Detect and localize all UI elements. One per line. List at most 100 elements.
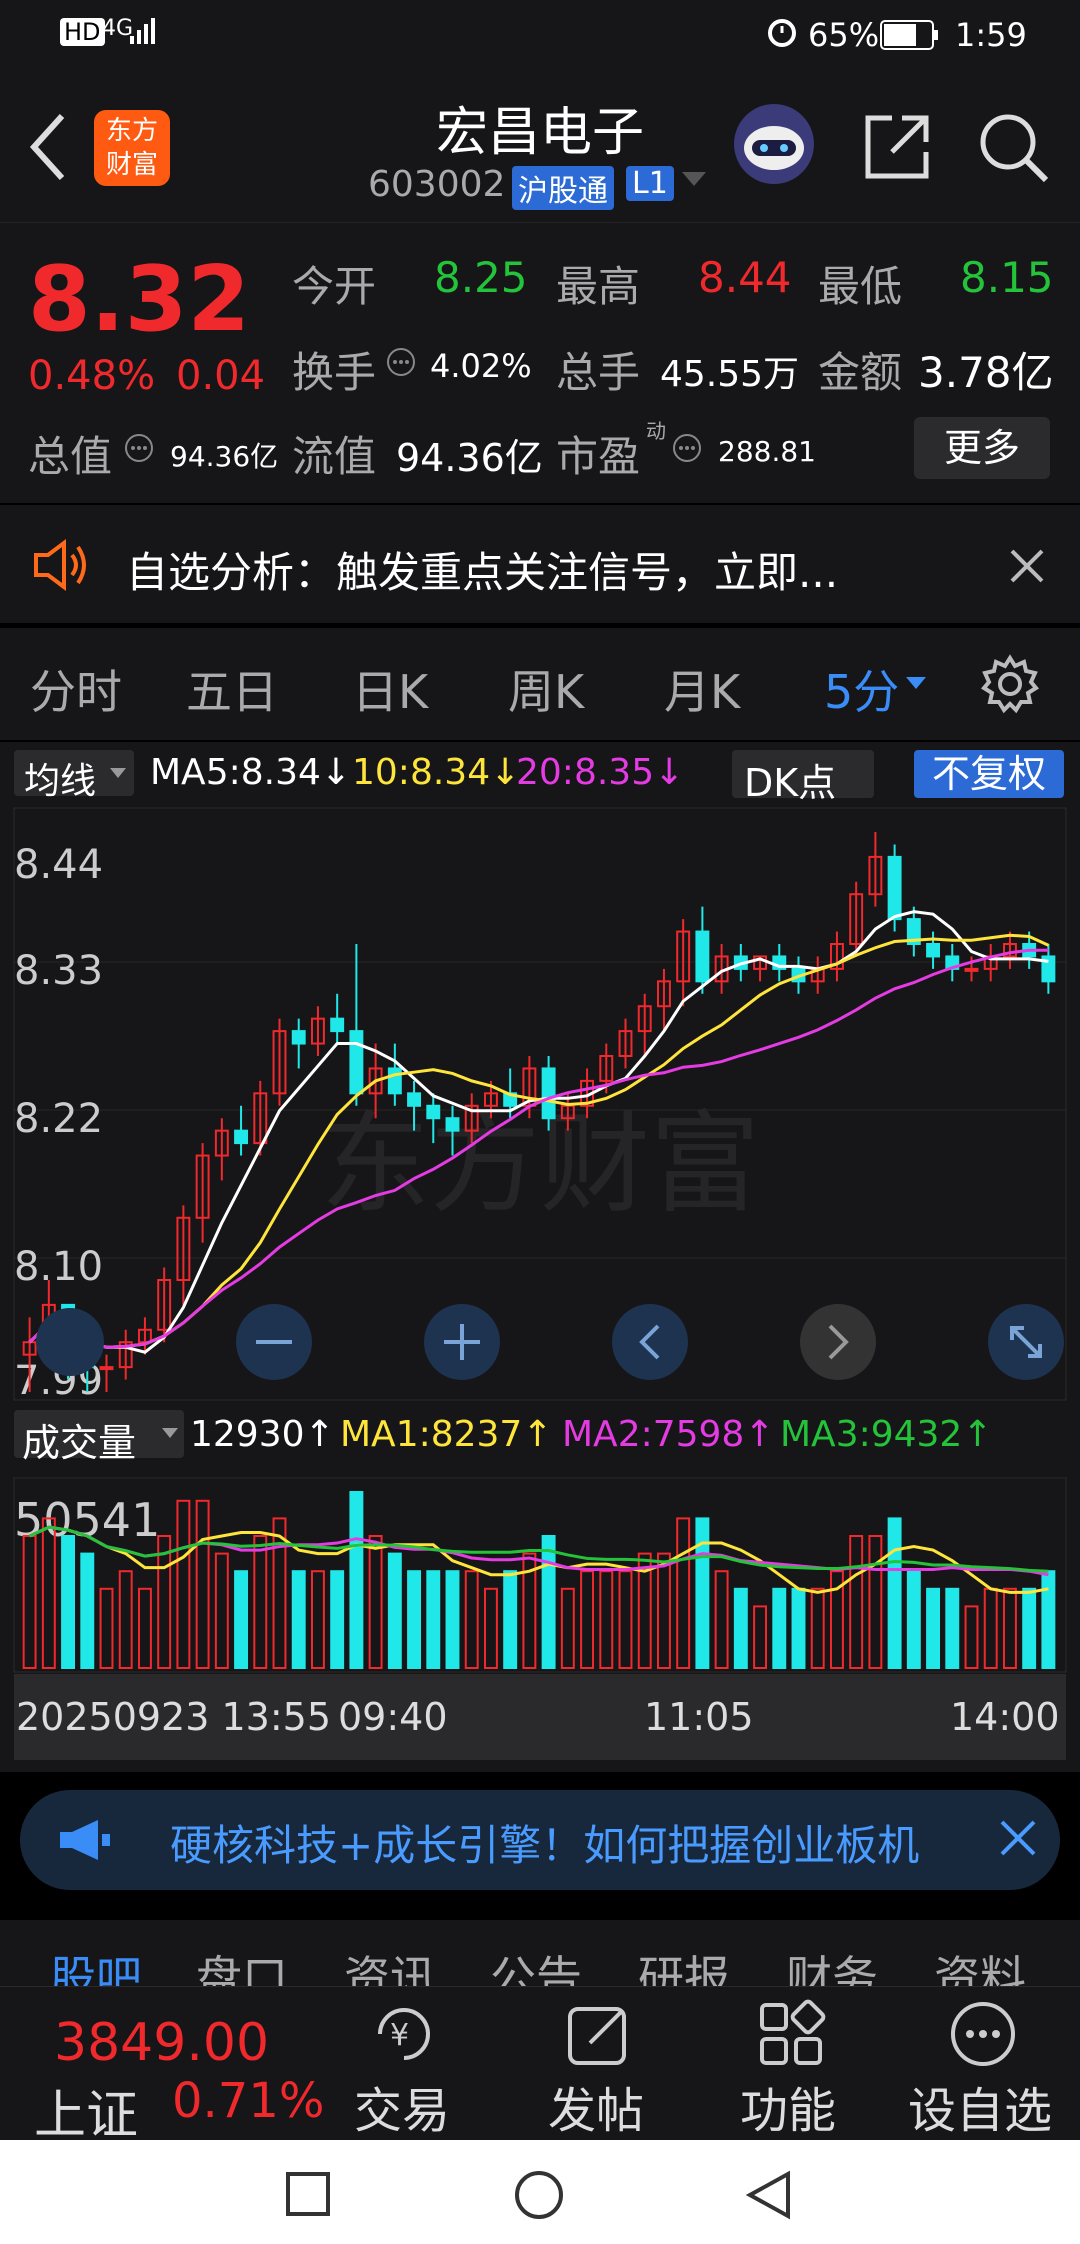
float-label: 流值 — [292, 432, 377, 481]
share-icon[interactable] — [862, 112, 932, 186]
candle — [349, 1030, 364, 1095]
more-options-icon[interactable] — [948, 1999, 1018, 2073]
ma5-readout: MA5:8.34↓ — [150, 752, 352, 793]
volume-indicator-selector[interactable]: 成交量 — [14, 1410, 184, 1465]
mcap-value: 94.36亿 — [170, 440, 279, 473]
open-value: 8.25 — [434, 253, 528, 302]
chart-watermark: 东方财富 — [320, 1100, 760, 1228]
volume-bar — [330, 1570, 345, 1670]
grid-functions-icon[interactable] — [756, 1999, 826, 2073]
info-dots-icon[interactable] — [386, 347, 416, 381]
close-icon[interactable] — [1008, 547, 1046, 589]
hd-badge: HD — [60, 18, 105, 46]
adjust-mode-button[interactable]: 不复权 — [914, 750, 1064, 798]
volume-bar — [310, 1570, 325, 1670]
home-icon[interactable] — [514, 2170, 564, 2224]
notice-bar[interactable]: 自选分析：触发重点关注信号，立即... — [0, 505, 1080, 623]
volume-bar — [772, 1587, 787, 1669]
zoom-out-button[interactable] — [236, 1304, 312, 1380]
scroll-right-button[interactable] — [800, 1304, 876, 1380]
low-value: 8.15 — [960, 253, 1054, 302]
recent-apps-icon[interactable] — [286, 2172, 330, 2220]
post-button[interactable]: 发帖 — [548, 2071, 644, 2141]
high-value: 8.44 — [698, 253, 792, 302]
volume-bar — [1002, 1587, 1017, 1669]
volume-bar — [945, 1587, 960, 1669]
volume-bar — [464, 1570, 479, 1670]
index-name[interactable]: 上证 — [34, 2073, 138, 2148]
info-dots-icon[interactable] — [124, 433, 154, 467]
compose-post-icon[interactable] — [564, 1999, 634, 2073]
back-nav-icon[interactable] — [745, 2170, 792, 2224]
volume-bar — [80, 1552, 95, 1669]
volume-bar — [926, 1587, 941, 1669]
level-badge: L1 — [626, 166, 674, 201]
candle — [887, 855, 902, 921]
dk-point-button[interactable]: DK点 — [732, 750, 874, 805]
x-label-start: 20250923 13:55 — [16, 1695, 331, 1739]
subtab-finance[interactable]: 财务 — [786, 1942, 878, 1990]
functions-button[interactable]: 功能 — [740, 2071, 836, 2141]
subtab-announcement[interactable]: 公告 — [490, 1942, 582, 1990]
candle — [99, 1366, 114, 1371]
volume-bar — [695, 1517, 710, 1670]
settings-gear-icon[interactable] — [978, 652, 1042, 720]
volume-bar — [387, 1552, 402, 1669]
promo-banner[interactable]: 硬核科技+成长引擎！如何把握创业板机 — [20, 1790, 1060, 1890]
robot-assistant-icon[interactable] — [732, 102, 816, 190]
volume-bar — [157, 1535, 172, 1669]
system-nav-bar — [0, 2140, 1080, 2244]
amount-value: 3.78亿 — [918, 348, 1054, 397]
subtab-pankou[interactable]: 盘口 — [196, 1942, 288, 1990]
subtab-news[interactable]: 资讯 — [344, 1942, 436, 1990]
more-button[interactable]: 更多 — [914, 417, 1050, 479]
volume-bar — [483, 1587, 498, 1669]
search-icon[interactable] — [976, 110, 1050, 188]
info-subtabs: 股吧 盘口 资讯 公告 研报 财务 资料 — [0, 1920, 1080, 1990]
volume-bar — [253, 1535, 268, 1669]
trade-yen-icon[interactable]: ¥ — [366, 1999, 442, 2073]
battery-icon — [880, 20, 940, 54]
signal-label: 4G — [102, 16, 134, 41]
signal-icon — [130, 16, 160, 48]
high-label: 最高 — [556, 262, 641, 311]
tab-monthly-k[interactable]: 月K — [664, 656, 740, 722]
volume-bar — [733, 1587, 748, 1669]
scroll-left-button[interactable] — [612, 1304, 688, 1380]
tab-daily-k[interactable]: 日K — [352, 656, 428, 722]
tab-weekly-k[interactable]: 周K — [508, 656, 584, 722]
close-icon[interactable] — [998, 1818, 1038, 1862]
info-dots-icon[interactable] — [672, 433, 702, 467]
tab-5min[interactable]: 5分 — [824, 656, 899, 722]
volume-bar — [541, 1535, 556, 1669]
indicator-selector[interactable]: 均线 — [14, 750, 134, 802]
banner-text: 硬核科技+成长引擎！如何把握创业板机 — [170, 1821, 920, 1870]
candle — [234, 1129, 249, 1145]
left-edge-button[interactable] — [36, 1308, 104, 1376]
volume-bar — [906, 1570, 921, 1670]
vma1-readout: MA1:8237↑ — [340, 1414, 553, 1455]
tab-five-day[interactable]: 五日 — [186, 656, 278, 722]
x-label: 11:05 — [644, 1695, 754, 1739]
tab-intraday[interactable]: 分时 — [30, 656, 122, 722]
candle — [445, 1117, 460, 1132]
ma20-readout: 20:8.35↓ — [516, 752, 685, 793]
kline-chart-panel: 均线 MA5:8.34↓ 10:8.34↓ 20:8.35↓ DK点 不复权 东… — [0, 742, 1080, 1772]
tab-dropdown-icon[interactable] — [906, 676, 926, 695]
volume-bar — [503, 1570, 518, 1670]
volume-bar — [214, 1552, 229, 1669]
candle — [291, 1030, 306, 1045]
kline-svg[interactable]: 东方财富 8.44 8.33 8.22 8.10 7.99 50541 2025… — [0, 802, 1080, 1762]
trade-button[interactable]: 交易 — [354, 2071, 450, 2141]
dropdown-icon[interactable] — [682, 172, 706, 192]
subtab-guba[interactable]: 股吧 — [50, 1942, 142, 1990]
index-value[interactable]: 3849.00 — [54, 2013, 269, 2073]
pe-dynamic-mark: 动 — [646, 419, 666, 443]
fullscreen-button[interactable] — [988, 1304, 1064, 1380]
volume-bar — [791, 1587, 806, 1669]
stock-header: 东方 财富 宏昌电子 603002 沪股通 L1 — [0, 72, 1080, 222]
subtab-research[interactable]: 研报 — [638, 1942, 730, 1990]
add-favorite-button[interactable]: 设自选 — [908, 2071, 1052, 2141]
subtab-profile[interactable]: 资料 — [934, 1942, 1026, 1990]
zoom-in-button[interactable] — [424, 1304, 500, 1380]
